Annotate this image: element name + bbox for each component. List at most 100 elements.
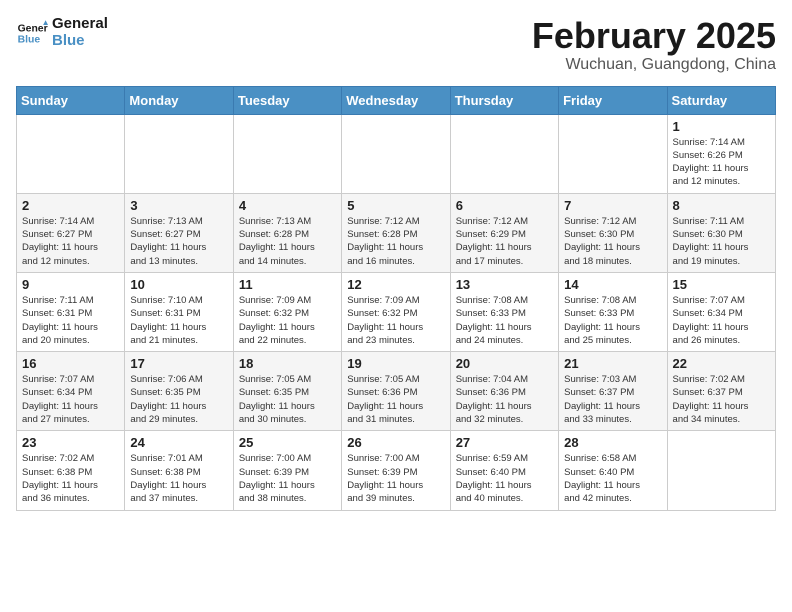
day-info: Sunrise: 7:12 AM Sunset: 6:30 PM Dayligh… xyxy=(564,215,661,268)
day-info: Sunrise: 7:02 AM Sunset: 6:37 PM Dayligh… xyxy=(673,373,770,426)
day-number: 11 xyxy=(239,277,336,292)
day-info: Sunrise: 7:02 AM Sunset: 6:38 PM Dayligh… xyxy=(22,452,119,505)
day-info: Sunrise: 6:59 AM Sunset: 6:40 PM Dayligh… xyxy=(456,452,553,505)
calendar-cell xyxy=(17,114,125,193)
logo-blue: Blue xyxy=(52,33,108,50)
day-info: Sunrise: 7:11 AM Sunset: 6:30 PM Dayligh… xyxy=(673,215,770,268)
day-number: 21 xyxy=(564,356,661,371)
calendar-cell: 27 Sunrise: 6:59 AM Sunset: 6:40 PM Dayli… xyxy=(450,431,558,510)
calendar-table: SundayMondayTuesdayWednesdayThursdayFrid… xyxy=(16,86,776,511)
day-info: Sunrise: 7:01 AM Sunset: 6:38 PM Dayligh… xyxy=(130,452,227,505)
day-number: 3 xyxy=(130,198,227,213)
day-info: Sunrise: 7:06 AM Sunset: 6:35 PM Dayligh… xyxy=(130,373,227,426)
day-info: Sunrise: 7:10 AM Sunset: 6:31 PM Dayligh… xyxy=(130,294,227,347)
day-info: Sunrise: 6:58 AM Sunset: 6:40 PM Dayligh… xyxy=(564,452,661,505)
logo-general: General xyxy=(52,16,108,33)
calendar-cell: 2 Sunrise: 7:14 AM Sunset: 6:27 PM Daylig… xyxy=(17,193,125,272)
day-number: 25 xyxy=(239,435,336,450)
page-header: General Blue General Blue February 2025 … xyxy=(16,16,776,74)
calendar-cell xyxy=(450,114,558,193)
svg-text:Blue: Blue xyxy=(18,34,41,45)
day-info: Sunrise: 7:03 AM Sunset: 6:37 PM Dayligh… xyxy=(564,373,661,426)
calendar-cell: 24 Sunrise: 7:01 AM Sunset: 6:38 PM Dayli… xyxy=(125,431,233,510)
calendar-cell: 15 Sunrise: 7:07 AM Sunset: 6:34 PM Dayli… xyxy=(667,272,775,351)
calendar-cell xyxy=(233,114,341,193)
day-number: 13 xyxy=(456,277,553,292)
calendar-week-5: 23 Sunrise: 7:02 AM Sunset: 6:38 PM Dayli… xyxy=(17,431,776,510)
calendar-cell: 28 Sunrise: 6:58 AM Sunset: 6:40 PM Dayli… xyxy=(559,431,667,510)
location: Wuchuan, Guangdong, China xyxy=(532,56,776,74)
day-number: 23 xyxy=(22,435,119,450)
day-info: Sunrise: 7:08 AM Sunset: 6:33 PM Dayligh… xyxy=(564,294,661,347)
day-info: Sunrise: 7:04 AM Sunset: 6:36 PM Dayligh… xyxy=(456,373,553,426)
calendar-cell: 23 Sunrise: 7:02 AM Sunset: 6:38 PM Dayli… xyxy=(17,431,125,510)
day-number: 17 xyxy=(130,356,227,371)
weekday-header-tuesday: Tuesday xyxy=(233,86,341,114)
calendar-cell: 22Sunrise: 7:02 AM Sunset: 6:37 PM Dayli… xyxy=(667,352,775,431)
day-number: 15 xyxy=(673,277,770,292)
day-info: Sunrise: 7:08 AM Sunset: 6:33 PM Dayligh… xyxy=(456,294,553,347)
logo: General Blue General Blue xyxy=(16,16,108,49)
day-number: 27 xyxy=(456,435,553,450)
day-info: Sunrise: 7:12 AM Sunset: 6:28 PM Dayligh… xyxy=(347,215,444,268)
day-number: 28 xyxy=(564,435,661,450)
day-info: Sunrise: 7:05 AM Sunset: 6:35 PM Dayligh… xyxy=(239,373,336,426)
day-number: 7 xyxy=(564,198,661,213)
day-number: 10 xyxy=(130,277,227,292)
calendar-cell: 21 Sunrise: 7:03 AM Sunset: 6:37 PM Dayli… xyxy=(559,352,667,431)
calendar-week-3: 9Sunrise: 7:11 AM Sunset: 6:31 PM Daylig… xyxy=(17,272,776,351)
calendar-cell: 9Sunrise: 7:11 AM Sunset: 6:31 PM Daylig… xyxy=(17,272,125,351)
calendar-cell: 20 Sunrise: 7:04 AM Sunset: 6:36 PM Dayli… xyxy=(450,352,558,431)
weekday-header-saturday: Saturday xyxy=(667,86,775,114)
calendar-cell: 17 Sunrise: 7:06 AM Sunset: 6:35 PM Dayli… xyxy=(125,352,233,431)
calendar-cell: 1 Sunrise: 7:14 AM Sunset: 6:26 PM Daylig… xyxy=(667,114,775,193)
calendar-week-1: 1 Sunrise: 7:14 AM Sunset: 6:26 PM Daylig… xyxy=(17,114,776,193)
day-number: 20 xyxy=(456,356,553,371)
day-info: Sunrise: 7:13 AM Sunset: 6:27 PM Dayligh… xyxy=(130,215,227,268)
calendar-week-2: 2 Sunrise: 7:14 AM Sunset: 6:27 PM Daylig… xyxy=(17,193,776,272)
day-number: 5 xyxy=(347,198,444,213)
day-number: 4 xyxy=(239,198,336,213)
calendar-cell: 6 Sunrise: 7:12 AM Sunset: 6:29 PM Daylig… xyxy=(450,193,558,272)
day-number: 6 xyxy=(456,198,553,213)
day-info: Sunrise: 7:11 AM Sunset: 6:31 PM Dayligh… xyxy=(22,294,119,347)
calendar-cell: 14 Sunrise: 7:08 AM Sunset: 6:33 PM Dayli… xyxy=(559,272,667,351)
calendar-week-4: 16 Sunrise: 7:07 AM Sunset: 6:34 PM Dayli… xyxy=(17,352,776,431)
day-number: 12 xyxy=(347,277,444,292)
day-info: Sunrise: 7:12 AM Sunset: 6:29 PM Dayligh… xyxy=(456,215,553,268)
calendar-header-row: SundayMondayTuesdayWednesdayThursdayFrid… xyxy=(17,86,776,114)
calendar-cell: 26Sunrise: 7:00 AM Sunset: 6:39 PM Dayli… xyxy=(342,431,450,510)
day-info: Sunrise: 7:09 AM Sunset: 6:32 PM Dayligh… xyxy=(239,294,336,347)
day-info: Sunrise: 7:07 AM Sunset: 6:34 PM Dayligh… xyxy=(673,294,770,347)
weekday-header-monday: Monday xyxy=(125,86,233,114)
day-number: 2 xyxy=(22,198,119,213)
calendar-cell: 25Sunrise: 7:00 AM Sunset: 6:39 PM Dayli… xyxy=(233,431,341,510)
calendar-cell xyxy=(342,114,450,193)
calendar-cell: 3 Sunrise: 7:13 AM Sunset: 6:27 PM Daylig… xyxy=(125,193,233,272)
month-title: February 2025 xyxy=(532,16,776,56)
logo-icon: General Blue xyxy=(16,17,48,49)
day-number: 24 xyxy=(130,435,227,450)
calendar-cell: 5 Sunrise: 7:12 AM Sunset: 6:28 PM Daylig… xyxy=(342,193,450,272)
calendar-cell: 19Sunrise: 7:05 AM Sunset: 6:36 PM Dayli… xyxy=(342,352,450,431)
calendar-cell: 10 Sunrise: 7:10 AM Sunset: 6:31 PM Dayli… xyxy=(125,272,233,351)
day-info: Sunrise: 7:05 AM Sunset: 6:36 PM Dayligh… xyxy=(347,373,444,426)
day-info: Sunrise: 7:14 AM Sunset: 6:26 PM Dayligh… xyxy=(673,136,770,189)
weekday-header-wednesday: Wednesday xyxy=(342,86,450,114)
calendar-cell xyxy=(559,114,667,193)
calendar-cell: 12 Sunrise: 7:09 AM Sunset: 6:32 PM Dayli… xyxy=(342,272,450,351)
calendar-cell: 4Sunrise: 7:13 AM Sunset: 6:28 PM Daylig… xyxy=(233,193,341,272)
day-number: 8 xyxy=(673,198,770,213)
day-info: Sunrise: 7:14 AM Sunset: 6:27 PM Dayligh… xyxy=(22,215,119,268)
title-block: February 2025 Wuchuan, Guangdong, China xyxy=(532,16,776,74)
day-number: 14 xyxy=(564,277,661,292)
calendar-cell: 18 Sunrise: 7:05 AM Sunset: 6:35 PM Dayli… xyxy=(233,352,341,431)
day-number: 16 xyxy=(22,356,119,371)
weekday-header-thursday: Thursday xyxy=(450,86,558,114)
day-info: Sunrise: 7:07 AM Sunset: 6:34 PM Dayligh… xyxy=(22,373,119,426)
day-number: 18 xyxy=(239,356,336,371)
day-number: 1 xyxy=(673,119,770,134)
calendar-cell: 11 Sunrise: 7:09 AM Sunset: 6:32 PM Dayli… xyxy=(233,272,341,351)
svg-text:General: General xyxy=(18,23,48,34)
day-info: Sunrise: 7:09 AM Sunset: 6:32 PM Dayligh… xyxy=(347,294,444,347)
